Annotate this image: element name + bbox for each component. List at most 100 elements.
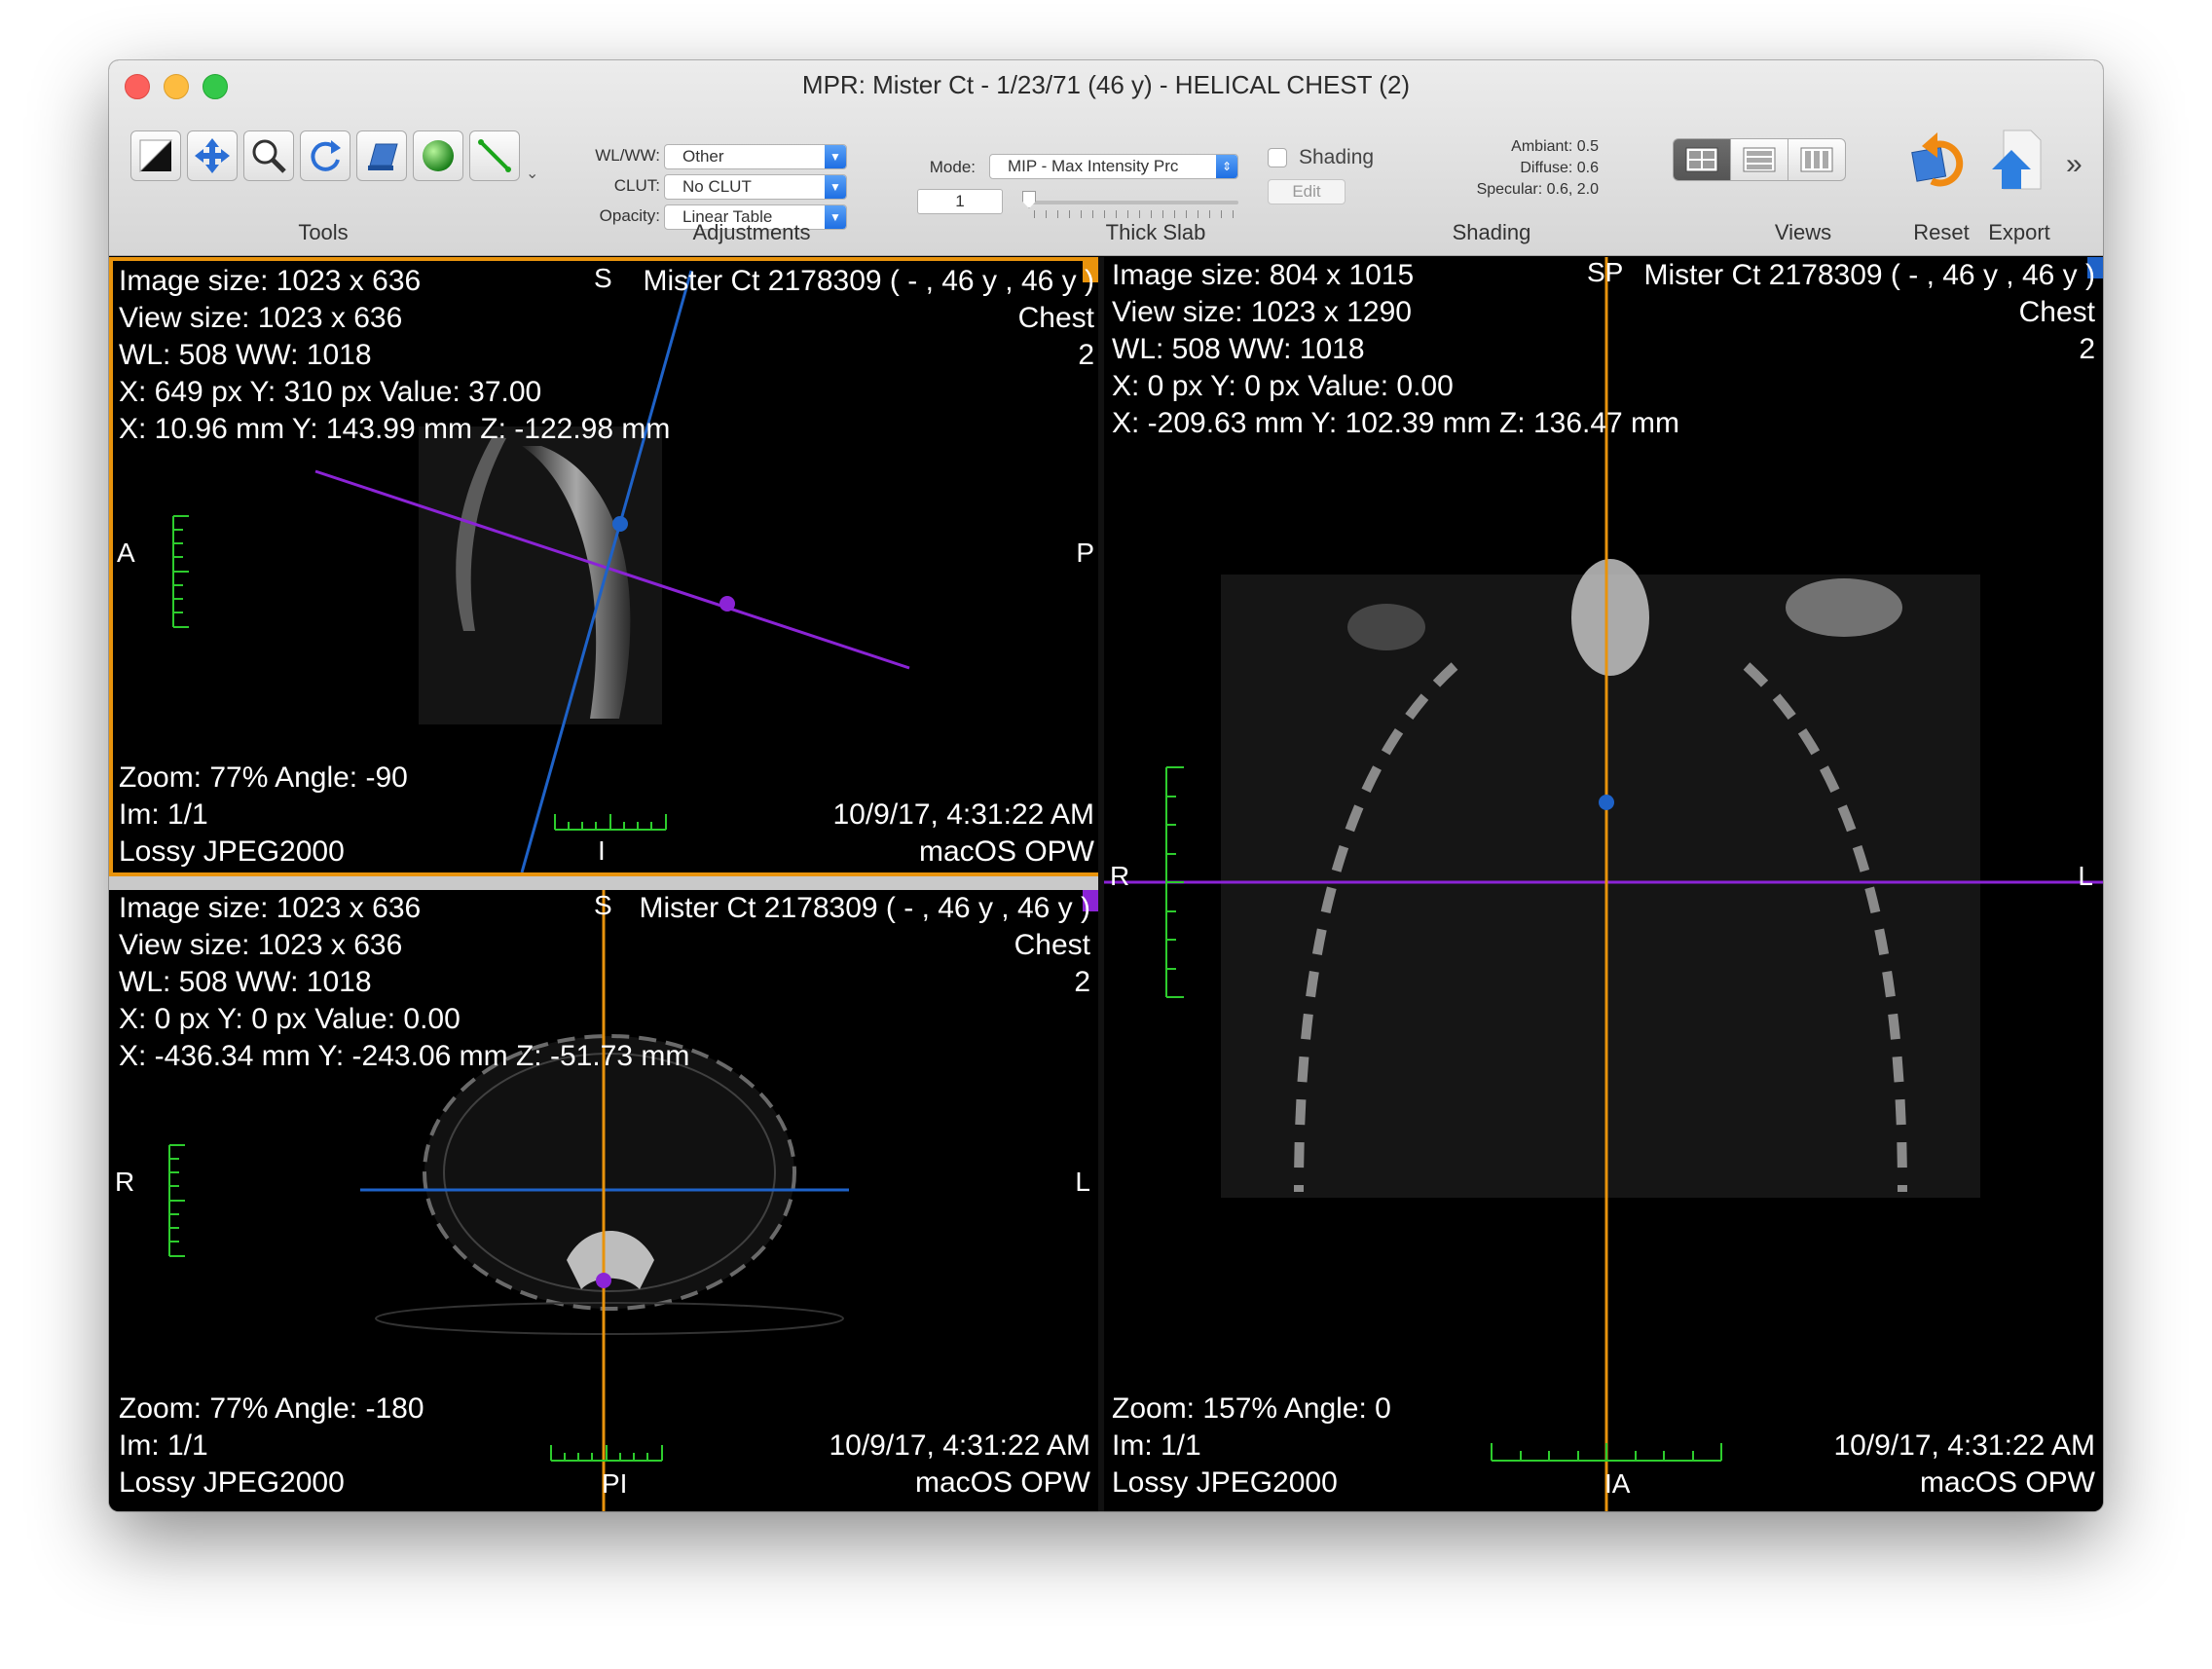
orientation-bottom: I [598, 835, 606, 866]
slab-thickness-field[interactable]: 1 [917, 189, 1003, 214]
rotate-tool-button[interactable] [300, 130, 350, 181]
view-size-text: View size: 1023 x 636 [119, 302, 403, 334]
axial-viewport[interactable]: Image size: 1023 x 636 View size: 1023 x… [109, 890, 1098, 1511]
slab-slider-ticks [1034, 210, 1236, 218]
image-size-text: Image size: 804 x 1015 [1112, 259, 1415, 291]
reset-label: Reset [1913, 220, 1970, 244]
opacity-label: Opacity: [599, 206, 660, 225]
coronal-scan-image [1104, 257, 2103, 1511]
orientation-left: R [115, 1167, 135, 1197]
measure-tool-button[interactable] [469, 130, 520, 181]
image-index-text: Im: 1/1 [119, 1429, 208, 1462]
pane-splitter-horizontal[interactable] [109, 876, 1098, 890]
tools-chevron-down-icon[interactable]: ⌄ [526, 164, 538, 183]
view-layout-rows-button[interactable] [1730, 138, 1788, 181]
slab-slider-track[interactable] [1026, 201, 1238, 204]
sphere-tool-button[interactable] [413, 130, 463, 181]
tools-group-label: Tools [298, 220, 349, 244]
export-icon [1992, 130, 2042, 190]
series-text: 2 [1078, 339, 1094, 371]
region-text: Chest [1017, 302, 1094, 334]
view-size-text: View size: 1023 x 1290 [1112, 296, 1412, 328]
contrast-tool-button[interactable] [130, 130, 181, 181]
orientation-bottom: PI [602, 1468, 628, 1499]
image-index-text: Im: 1/1 [119, 798, 208, 831]
patient-info-text: Mister Ct 2178309 ( - , 46 y , 46 y ) [639, 892, 1090, 924]
pixel-value-text: X: 0 px Y: 0 px Value: 0.00 [1112, 370, 1454, 402]
coronal-viewport[interactable]: Image size: 804 x 1015 View size: 1023 x… [1104, 257, 2103, 1511]
magnifier-icon [252, 139, 286, 173]
region-text: Chest [1014, 929, 1090, 961]
clut-select[interactable]: No CLUT ▼ [664, 174, 847, 200]
datetime-text: 10/9/17, 4:31:22 AM [1833, 1429, 2095, 1462]
chevron-down-icon: ▼ [825, 175, 846, 199]
layers-tool-button[interactable] [356, 130, 407, 181]
orientation-right: P [1076, 538, 1094, 568]
reset-icon [1911, 132, 1964, 187]
zoom-tool-button[interactable] [243, 130, 294, 181]
export-button[interactable] [1988, 129, 2043, 191]
orientation-left: A [117, 538, 135, 568]
view-size-text: View size: 1023 x 636 [119, 929, 403, 961]
ambiant-value: Ambiant: 0.5 [1511, 138, 1599, 155]
diffuse-value: Diffuse: 0.6 [1520, 160, 1599, 176]
orientation-top: S [594, 263, 612, 293]
toolbar: MPR: Mister Ct - 1/23/71 (46 y) - HELICA… [109, 60, 2103, 256]
move-arrows-icon [195, 138, 230, 173]
patient-info-text: Mister Ct 2178309 ( - , 46 y , 46 y ) [1643, 259, 2095, 291]
layout-columns-icon [1800, 147, 1833, 172]
ruler-line-icon [478, 139, 511, 172]
stack-icon [368, 143, 398, 170]
institution-text: macOS OPW [914, 1466, 1090, 1499]
compression-text: Lossy JPEG2000 [119, 835, 345, 868]
move-tool-button[interactable] [187, 130, 238, 181]
institution-text: macOS OPW [1919, 1466, 2095, 1499]
rotate-icon [311, 140, 341, 171]
pixel-value-text: X: 0 px Y: 0 px Value: 0.00 [119, 1003, 461, 1035]
sagittal-viewport[interactable]: Image size: 1023 x 636 View size: 1023 x… [109, 257, 1102, 876]
mm-position-text: X: -436.34 mm Y: -243.06 mm Z: -51.73 mm [119, 1040, 690, 1072]
thick-slab-group-label: Thick Slab [1105, 220, 1206, 244]
mode-label: Mode: [929, 158, 976, 176]
orientation-left: R [1110, 861, 1130, 891]
orientation-right: L [1075, 1167, 1090, 1197]
mm-position-text: X: 10.96 mm Y: 143.99 mm Z: -122.98 mm [119, 413, 671, 445]
mpr-window: MPR: Mister Ct - 1/23/71 (46 y) - HELICA… [109, 60, 2103, 1511]
layout-grid-icon [1685, 147, 1718, 172]
mm-position-text: X: -209.63 mm Y: 102.39 mm Z: 136.47 mm [1112, 407, 1680, 439]
export-label: Export [1988, 220, 2050, 244]
view-layout-columns-button[interactable] [1788, 138, 1846, 181]
chevron-updown-icon: ⇕ [1216, 155, 1237, 178]
wlww-text: WL: 508 WW: 1018 [1112, 333, 1365, 365]
clut-label: CLUT: [613, 176, 660, 195]
shading-checkbox[interactable] [1268, 148, 1287, 167]
mode-select[interactable]: MIP - Max Intensity Prc ⇕ [989, 154, 1238, 179]
contrast-icon [139, 139, 173, 173]
datetime-text: 10/9/17, 4:31:22 AM [832, 798, 1094, 831]
window-title: MPR: Mister Ct - 1/23/71 (46 y) - HELICA… [801, 70, 1411, 99]
reset-button[interactable] [1908, 125, 1972, 189]
wlww-select[interactable]: Other ▼ [664, 144, 847, 169]
sphere-icon [423, 140, 454, 171]
image-size-text: Image size: 1023 x 636 [119, 265, 422, 297]
shading-checkbox-label: Shading [1299, 146, 1375, 168]
patient-info-text: Mister Ct 2178309 ( - , 46 y , 46 y ) [643, 265, 1094, 297]
chevron-down-icon: ▼ [825, 145, 846, 168]
orientation-bottom: IA [1604, 1468, 1631, 1499]
image-size-text: Image size: 1023 x 636 [119, 892, 422, 924]
slab-slider-thumb[interactable] [1022, 191, 1036, 208]
view-layout-quad-button[interactable] [1673, 138, 1731, 181]
orientation-right: L [2078, 861, 2093, 891]
shading-edit-button[interactable]: Edit [1268, 179, 1346, 204]
region-text: Chest [2018, 296, 2095, 328]
datetime-text: 10/9/17, 4:31:22 AM [829, 1429, 1090, 1462]
wlww-text: WL: 508 WW: 1018 [119, 339, 372, 371]
wlww-label: WL/WW: [595, 146, 660, 165]
views-group-label: Views [1774, 220, 1832, 244]
orientation-top: S [594, 890, 612, 920]
shading-group-label: Shading [1452, 220, 1531, 244]
layout-rows-icon [1743, 147, 1776, 172]
toolbar-overflow-icon[interactable]: » [2066, 148, 2083, 181]
series-text: 2 [2079, 333, 2095, 365]
wlww-text: WL: 508 WW: 1018 [119, 966, 372, 998]
